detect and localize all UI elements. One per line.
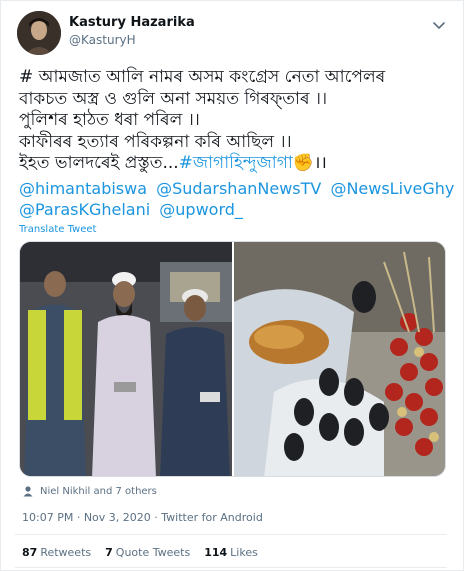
tweet-line: # আমজাত আলি নামৰ অসম কংগ্ৰেস নেতা আপেলৰ	[19, 67, 386, 87]
mention-link[interactable]: @upword_	[159, 200, 243, 219]
retweets-stat[interactable]: 87 Retweets	[22, 546, 91, 559]
engagement-stats: 87 Retweets 7 Quote Tweets 114 Likes	[22, 546, 258, 559]
tweet-date[interactable]: Nov 3, 2020	[84, 511, 151, 524]
quote-tweets-stat[interactable]: 7 Quote Tweets	[105, 546, 190, 559]
mentions: @himantabiswa @SudarshanNewsTV @NewsLive…	[19, 178, 459, 220]
author-name[interactable]: Kastury Hazarika	[69, 15, 195, 30]
avatar-photo	[17, 11, 61, 55]
tweet-card: Kastury Hazarika @KasturyH # আমজাত আলি ন…	[0, 0, 464, 571]
tweet-line-end: ।।	[313, 153, 327, 173]
tweet-line: বাকচত অস্ত্ৰ ও গুলি অনা সময়ত গিৰফ্তাৰ ।…	[19, 88, 328, 109]
mention-link[interactable]: @NewsLiveGhy	[330, 179, 454, 198]
translate-tweet-link[interactable]: Translate Tweet	[19, 224, 96, 235]
divider	[15, 567, 447, 568]
likers-text[interactable]: Niel Nikhil and 7 others	[40, 486, 157, 497]
person-icon	[22, 485, 34, 497]
media-image-seized-items[interactable]	[234, 242, 445, 476]
tweet-meta: 10:07 PM · Nov 3, 2020 · Twitter for And…	[22, 511, 263, 524]
tweet-line: ইহত ভালদৰেই প্ৰস্তুত...#জাগাহিন্দুজাগা✊।…	[19, 153, 449, 175]
tweet-source[interactable]: Twitter for Android	[161, 511, 263, 524]
meta-separator: ·	[154, 511, 158, 524]
raised-fist-emoji: ✊	[292, 153, 314, 173]
mention-link[interactable]: @ParasKGhelani	[19, 200, 150, 219]
media-image-arrest[interactable]	[20, 242, 232, 476]
tweet-line-text: ইহত ভালদৰেই প্ৰস্তুত...	[19, 153, 179, 173]
tweet-time[interactable]: 10:07 PM	[22, 511, 73, 524]
likes-stat[interactable]: 114 Likes	[204, 546, 258, 559]
tweet-line: পুলিশৰ হাঠত ধৰা পৰিল ।।	[19, 110, 200, 130]
likers-row[interactable]: Niel Nikhil and 7 others	[22, 485, 157, 497]
avatar[interactable]	[17, 11, 61, 55]
tweet-media[interactable]	[19, 241, 446, 477]
mention-link[interactable]: @himantabiswa	[19, 179, 147, 198]
hashtag-link[interactable]: #জাগাহিন্দুজাগা	[179, 153, 293, 173]
divider	[15, 534, 447, 535]
chevron-down-icon[interactable]	[429, 15, 449, 35]
tweet-line: কাফীৰৰ হত্যাৰ পৰিকল্পনা কৰি আছিল ।।	[19, 131, 292, 152]
author-handle[interactable]: @KasturyH	[69, 33, 136, 47]
mention-link[interactable]: @SudarshanNewsTV	[156, 179, 321, 198]
tweet-text: # আমজাত আলি নামৰ অসম কংগ্ৰেস নেতা আপেলৰ …	[19, 67, 449, 175]
meta-separator: ·	[76, 511, 81, 524]
